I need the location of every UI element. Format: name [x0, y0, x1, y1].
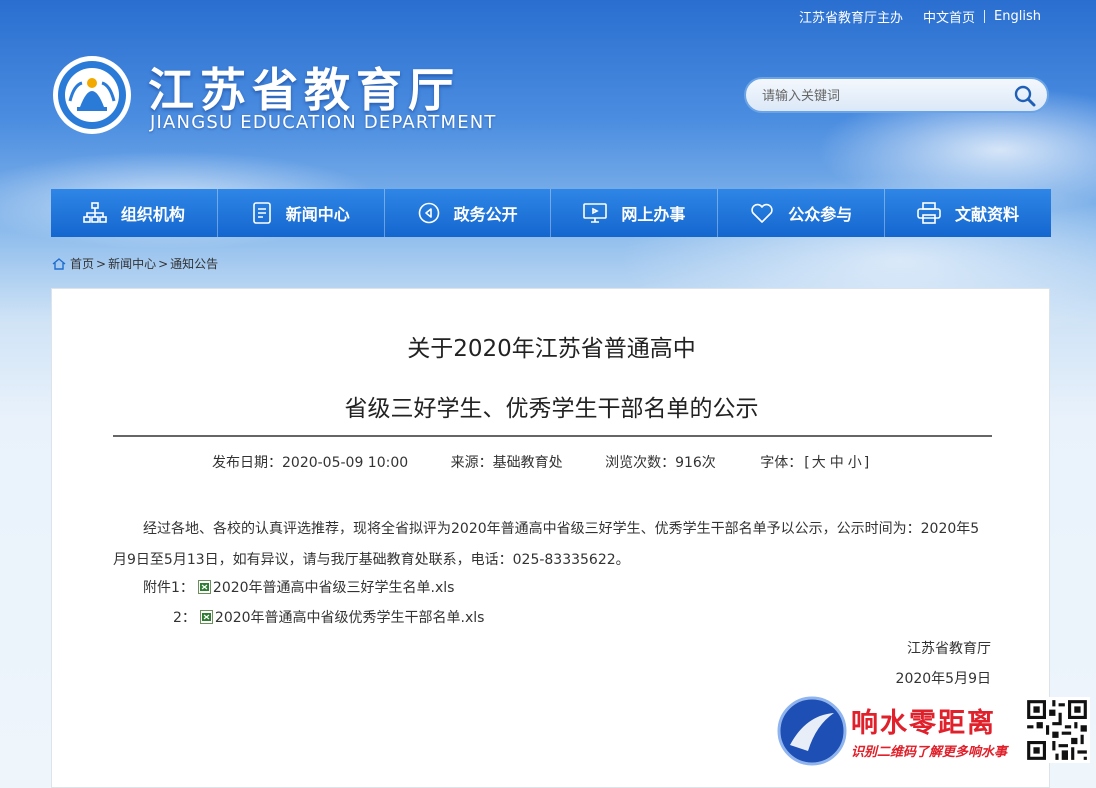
- nav-item-gov-open[interactable]: 政务公开: [385, 189, 552, 237]
- watermark-subtitle: 识别二维码了解更多响水事: [851, 745, 1008, 760]
- article-body: 经过各地、各校的认真评选推荐，现将全省拟评为2020年普通高中省级三好学生、优秀…: [113, 521, 980, 568]
- qr-code: [1024, 697, 1090, 763]
- attachment-2: 2： 2020年普通高中省级优秀学生干部名单.xls: [173, 607, 484, 627]
- article-source: 来源：基础教育处: [450, 455, 563, 471]
- nav-item-participate[interactable]: 公众参与: [718, 189, 886, 237]
- heart-icon: [751, 203, 773, 223]
- emblem-logo[interactable]: [52, 55, 132, 135]
- nav-item-news[interactable]: 新闻中心: [218, 189, 385, 237]
- host-text: 江苏省教育厅主办: [799, 11, 904, 26]
- nav-item-literature[interactable]: 文献资料: [885, 189, 1051, 237]
- nav-item-org[interactable]: 组织机构: [51, 189, 218, 237]
- title-divider: [113, 435, 992, 437]
- font-size-label: 字体：: [760, 455, 803, 471]
- monitor-icon: [583, 203, 608, 223]
- cn-home-link[interactable]: 中文首页: [923, 7, 975, 26]
- search-icon[interactable]: [1013, 84, 1037, 108]
- breadcrumb-separator: >: [96, 256, 107, 271]
- signature-org: 江苏省教育厅: [907, 641, 991, 657]
- nav-label: 网上办事: [621, 205, 686, 224]
- watermark: 响水零距离 识别二维码了解更多响水事: [774, 693, 1096, 772]
- breadcrumb-separator: >: [158, 256, 169, 271]
- nav-label: 组织机构: [120, 205, 185, 224]
- view-count: 浏览次数：916次: [605, 455, 716, 471]
- site-title: 江苏省教育厅: [148, 63, 460, 117]
- nav-label: 文献资料: [955, 205, 1020, 224]
- divider: [984, 10, 986, 23]
- nav-label: 公众参与: [788, 205, 853, 224]
- main-nav: 组织机构 新闻中心 政务公开 网上办事 公众参与 文献资料: [51, 189, 1051, 237]
- signature-date: 2020年5月9日: [895, 671, 991, 687]
- excel-file-icon: [199, 610, 213, 624]
- attachment-1-label: 附件1：: [143, 580, 194, 596]
- excel-file-icon: [197, 580, 211, 594]
- font-size-switch: 字体：[大中小]: [760, 455, 870, 471]
- top-links: 江苏省教育厅主办 中文首页 English: [799, 7, 1041, 26]
- search-input[interactable]: [762, 86, 1002, 106]
- font-small-button[interactable]: 小: [848, 455, 862, 471]
- breadcrumb: 首页 > 新闻中心 > 通知公告: [52, 255, 218, 272]
- nav-item-online[interactable]: 网上办事: [551, 189, 719, 237]
- watermark-logo: [777, 696, 847, 766]
- font-medium-button[interactable]: 中: [830, 455, 844, 471]
- nav-label: 新闻中心: [285, 205, 350, 224]
- printer-icon: [917, 202, 941, 224]
- publish-date: 发布日期：2020-05-09 10:00: [212, 455, 409, 471]
- watermark-title: 响水零距离: [851, 708, 996, 739]
- attachment-2-label: 2：: [173, 610, 196, 626]
- breadcrumb-news[interactable]: 新闻中心: [108, 255, 156, 272]
- attachment-1: 附件1： 2020年普通高中省级三好学生名单.xls: [143, 577, 454, 597]
- article-meta: 发布日期：2020-05-09 10:00 来源：基础教育处 浏览次数：916次…: [212, 452, 869, 472]
- nav-label: 政务公开: [453, 205, 518, 224]
- attachment-1-link[interactable]: 2020年普通高中省级三好学生名单.xls: [213, 577, 455, 597]
- breadcrumb-home[interactable]: 首页: [70, 255, 94, 272]
- home-icon: [52, 257, 66, 270]
- search-box: [744, 77, 1049, 113]
- font-large-button[interactable]: 大: [812, 455, 826, 471]
- article-title-line2: 省级三好学生、优秀学生干部名单的公示: [344, 396, 759, 422]
- english-link[interactable]: English: [994, 9, 1041, 24]
- document-icon: [252, 202, 271, 224]
- breadcrumb-notices[interactable]: 通知公告: [170, 255, 218, 272]
- article-title-line1: 关于2020年江苏省普通高中: [407, 336, 696, 362]
- org-chart-icon: [83, 202, 107, 223]
- attachment-2-link[interactable]: 2020年普通高中省级优秀学生干部名单.xls: [215, 607, 485, 627]
- site-subtitle: JIANGSU EDUCATION DEPARTMENT: [150, 112, 497, 133]
- play-circle-icon: [418, 202, 439, 224]
